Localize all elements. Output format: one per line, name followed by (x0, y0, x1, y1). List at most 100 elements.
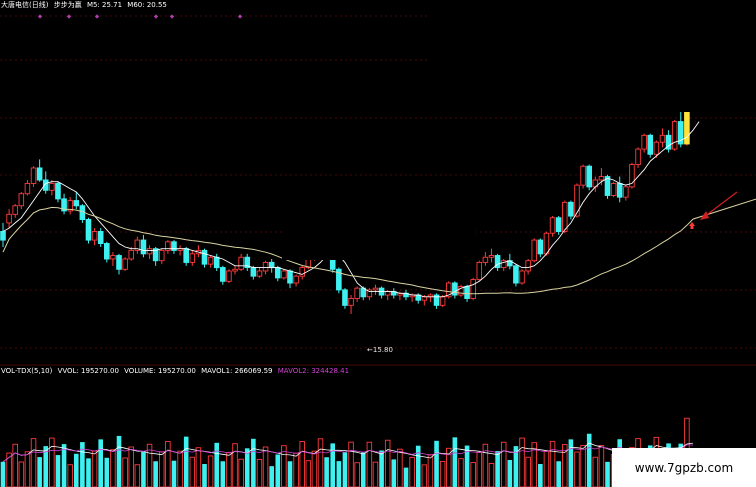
candle-body (635, 148, 641, 165)
candle-body (256, 270, 263, 277)
black-overlay-top-right (427, 0, 756, 112)
volume-bar (116, 435, 122, 487)
volume-bar (543, 450, 550, 487)
candle-body (140, 239, 147, 255)
volume-bar (476, 451, 483, 487)
volume-bar (556, 461, 561, 487)
candle-body (0, 231, 6, 241)
candle-body (159, 249, 165, 262)
volume-bar (379, 450, 384, 487)
candle-body (85, 218, 92, 241)
volume-bar (55, 455, 61, 487)
candle-body (421, 296, 428, 301)
candle-body (220, 267, 226, 282)
volume-bar (183, 436, 189, 487)
volume-bar (580, 444, 586, 487)
candle-body (568, 201, 574, 217)
volume-bar (421, 464, 428, 487)
signal-diamond (37, 14, 43, 19)
candle-body (201, 249, 208, 265)
volume-bar (336, 461, 342, 487)
volume-bar (434, 440, 439, 487)
volume-bar (299, 441, 305, 487)
candle-body (574, 184, 580, 217)
volume-bar (18, 461, 25, 487)
volume-bar (495, 451, 500, 487)
signal-diamond (153, 14, 159, 19)
volume-bar (269, 466, 274, 487)
volume-bar (141, 451, 146, 487)
candle-body (452, 282, 458, 296)
volume-bar (311, 450, 318, 487)
volume-header: VOL-TDX(5,10) VVOL: 195270.00 VOLUME: 19… (1, 367, 352, 376)
candle-body (610, 182, 617, 196)
candle-body (616, 182, 623, 198)
volume-bar (195, 447, 202, 487)
volume-bar (73, 453, 79, 487)
low-price-label: ←15.80 (367, 346, 393, 354)
volume-bar (207, 455, 214, 487)
candle-body (183, 248, 189, 263)
site-watermark: www.7gpzb.com (612, 448, 756, 487)
candle-body (525, 260, 531, 272)
volume-bar (397, 448, 403, 487)
volume-bar (293, 452, 299, 487)
candle-body (36, 167, 43, 181)
volume-bar (49, 437, 55, 487)
volume-bar (98, 439, 103, 487)
volume-bar (104, 457, 110, 487)
signal-diamond (94, 14, 100, 19)
volume-bar (391, 459, 397, 487)
volume-bar (61, 444, 67, 487)
candle-body (262, 261, 269, 272)
volume-bar (171, 460, 177, 487)
volume-bar (0, 461, 6, 487)
candle-body (513, 265, 519, 284)
candle-body (348, 298, 354, 306)
red-arrow-head (700, 211, 709, 220)
volume-bar (238, 458, 244, 487)
volume-bar (427, 454, 434, 487)
volume-bar (153, 461, 158, 487)
candle-body (537, 239, 544, 255)
volume-bar (366, 441, 373, 487)
candle-body (372, 287, 379, 291)
candle-body (55, 182, 61, 200)
candle-body (268, 261, 275, 269)
volume-bar (348, 441, 354, 487)
candle-body (586, 165, 592, 188)
candle-body (647, 134, 654, 155)
volume-bar (574, 451, 580, 487)
indicator-name: 步步为赢 (53, 1, 82, 9)
candle-body (73, 200, 80, 207)
candle-body (354, 287, 360, 299)
candle-body (470, 279, 476, 299)
up-signal-marker (689, 222, 695, 229)
volume-bar (189, 456, 196, 487)
candle-body (128, 249, 134, 260)
volume-bar (605, 461, 610, 487)
candle-body (549, 217, 556, 234)
candle-body (562, 201, 568, 232)
candle-body (531, 239, 537, 262)
candle-body (274, 267, 281, 279)
candle-body (226, 270, 232, 282)
signal-diamond (169, 14, 175, 19)
volume-bar (165, 441, 171, 487)
volume-bar (458, 458, 464, 487)
volume-bar (244, 448, 250, 487)
volume-bar (220, 461, 226, 487)
volume-bar (134, 464, 141, 487)
ma5-value: M5: 25.71 (86, 1, 123, 9)
volume-bar (525, 456, 531, 487)
candle-body (18, 193, 25, 207)
candle-body (476, 261, 483, 281)
volume-bar (452, 437, 458, 487)
volume-bar (354, 462, 360, 487)
volume-bar (177, 450, 183, 487)
volume-bar (549, 440, 556, 487)
candle-body (189, 253, 196, 263)
volume-bar (146, 443, 153, 487)
volume-bar (507, 459, 513, 487)
volume-bar (67, 464, 73, 487)
